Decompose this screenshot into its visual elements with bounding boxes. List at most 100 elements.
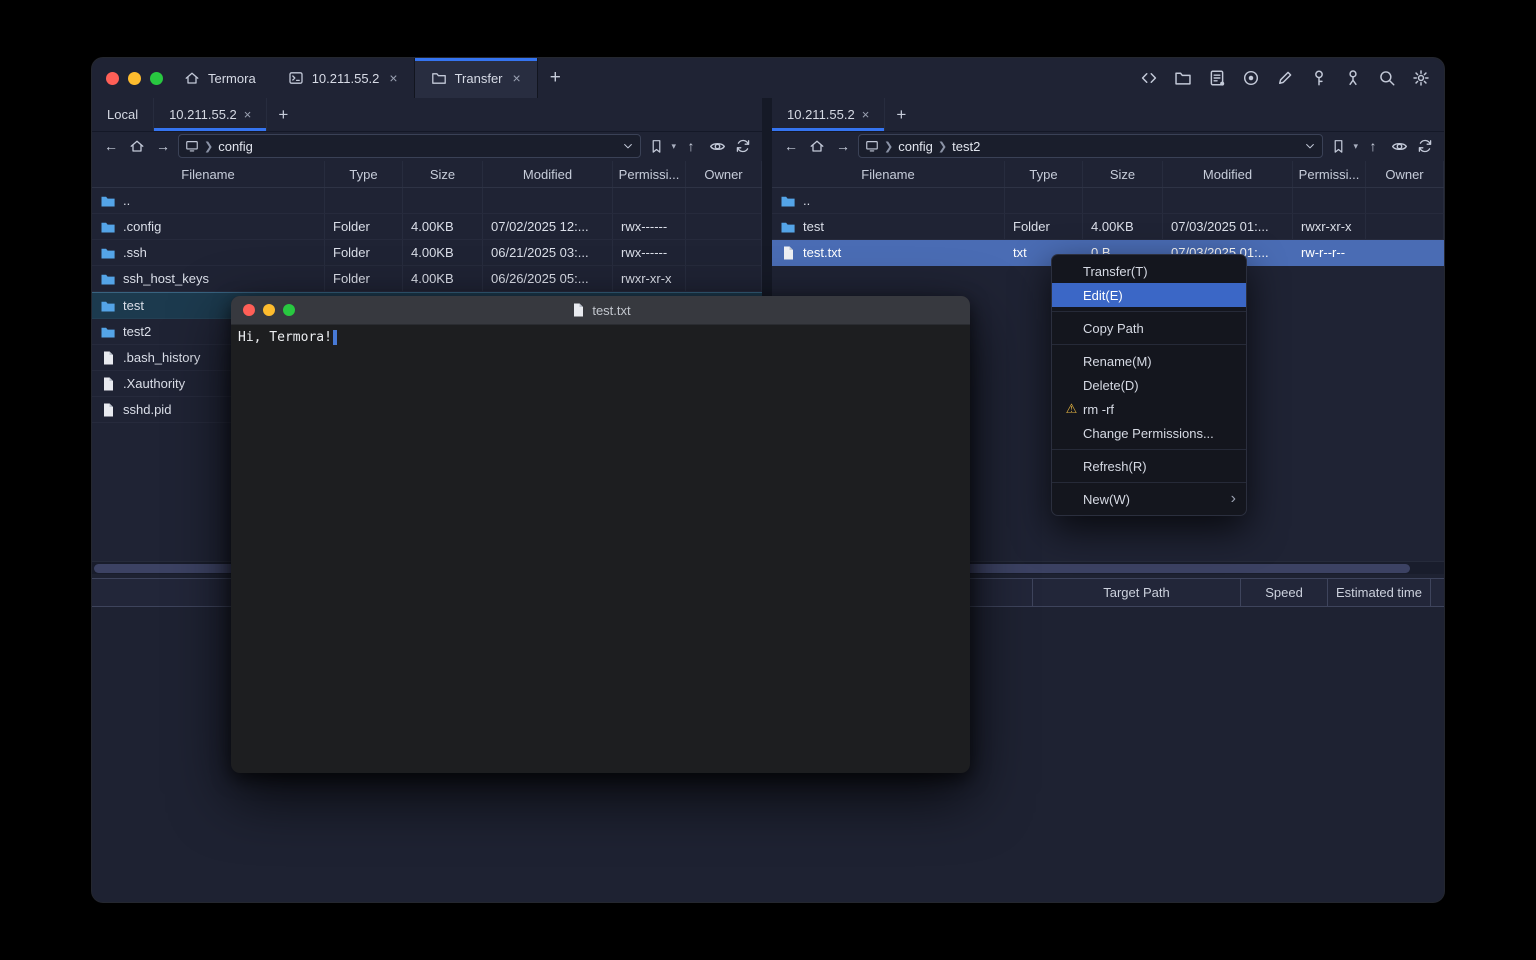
code-icon[interactable] bbox=[1137, 67, 1160, 90]
subtab-host[interactable]: 10.211.55.2 × bbox=[154, 98, 267, 131]
folder-icon bbox=[100, 245, 116, 261]
menu-item-rm-rf[interactable]: ⚠rm -rf bbox=[1052, 397, 1246, 421]
up-directory-icon[interactable]: ↑ bbox=[1362, 138, 1384, 154]
computer-icon bbox=[865, 139, 879, 153]
bookmark-icon[interactable] bbox=[1327, 139, 1349, 154]
back-arrow-icon[interactable]: ← bbox=[100, 138, 122, 154]
record-icon[interactable] bbox=[1239, 67, 1262, 90]
menu-item-change-permissions[interactable]: Change Permissions... bbox=[1052, 421, 1246, 445]
show-hidden-eye-icon[interactable] bbox=[706, 138, 728, 155]
editor-title: test.txt bbox=[592, 303, 630, 318]
terminal-icon bbox=[288, 70, 304, 86]
home-icon[interactable] bbox=[806, 138, 828, 154]
editor-minimize-button[interactable] bbox=[263, 304, 275, 316]
path-segment[interactable]: test2 bbox=[952, 139, 980, 154]
refresh-icon[interactable] bbox=[1414, 138, 1436, 154]
keychain-icon[interactable] bbox=[1341, 67, 1364, 90]
path-segment[interactable]: config bbox=[898, 139, 933, 154]
bookmark-dropdown-caret[interactable]: ▾ bbox=[671, 141, 676, 152]
path-separator: ❯ bbox=[884, 140, 893, 153]
folder-icon bbox=[431, 70, 447, 86]
subtab-host[interactable]: 10.211.55.2 × bbox=[772, 98, 885, 131]
bookmark-icon[interactable] bbox=[645, 139, 667, 154]
editor-zoom-button[interactable] bbox=[283, 304, 295, 316]
header-size[interactable]: Size bbox=[1083, 161, 1163, 187]
subtab-local[interactable]: Local bbox=[92, 98, 154, 131]
chevron-down-icon[interactable] bbox=[622, 140, 634, 152]
menu-item-refresh[interactable]: Refresh(R) bbox=[1052, 454, 1246, 478]
desktop: Termora 10.211.55.2 × Transfer × + bbox=[0, 0, 1536, 960]
refresh-icon[interactable] bbox=[732, 138, 754, 154]
editor-close-button[interactable] bbox=[243, 304, 255, 316]
close-button[interactable] bbox=[106, 72, 119, 85]
path-field[interactable]: ❯ config bbox=[178, 134, 641, 158]
header-size[interactable]: Size bbox=[403, 161, 483, 187]
left-subtabs: Local 10.211.55.2 × + bbox=[92, 98, 762, 132]
key-icon[interactable] bbox=[1307, 67, 1330, 90]
tab-transfer[interactable]: Transfer × bbox=[414, 58, 538, 98]
close-tab-icon[interactable]: × bbox=[513, 70, 521, 86]
minimize-button[interactable] bbox=[128, 72, 141, 85]
table-row[interactable]: .. bbox=[92, 188, 762, 214]
table-row[interactable]: .ssh Folder4.00KB06/21/2025 03:...rwx---… bbox=[92, 240, 762, 266]
menu-item-transfer[interactable]: Transfer(T) bbox=[1052, 259, 1246, 283]
menu-item-delete[interactable]: Delete(D) bbox=[1052, 373, 1246, 397]
header-type[interactable]: Type bbox=[1005, 161, 1083, 187]
table-header: Filename Type Size Modified Permissi... … bbox=[92, 161, 762, 188]
new-subtab-button[interactable]: + bbox=[885, 98, 917, 131]
new-subtab-button[interactable]: + bbox=[267, 98, 299, 131]
search-icon[interactable] bbox=[1375, 67, 1398, 90]
settings-gear-icon[interactable] bbox=[1409, 67, 1432, 90]
tab-host-terminal[interactable]: 10.211.55.2 × bbox=[272, 58, 414, 98]
transfer-header-estimated-time[interactable]: Estimated time bbox=[1327, 579, 1430, 606]
header-modified[interactable]: Modified bbox=[1163, 161, 1293, 187]
path-field[interactable]: ❯ config ❯ test2 bbox=[858, 134, 1323, 158]
editor-content[interactable]: Hi, Termora! bbox=[231, 325, 970, 350]
folder-icon bbox=[100, 271, 116, 287]
menu-separator bbox=[1052, 482, 1246, 483]
chevron-down-icon[interactable] bbox=[1304, 140, 1316, 152]
menu-item-edit[interactable]: Edit(E) bbox=[1052, 283, 1246, 307]
transfer-header-target-path[interactable]: Target Path bbox=[1032, 579, 1240, 606]
file-icon bbox=[100, 350, 116, 366]
header-modified[interactable]: Modified bbox=[483, 161, 613, 187]
close-tab-icon[interactable]: × bbox=[389, 70, 397, 86]
tab-termora-home[interactable]: Termora bbox=[168, 58, 272, 98]
close-subtab-icon[interactable]: × bbox=[244, 107, 252, 122]
forward-arrow-icon[interactable]: → bbox=[832, 138, 854, 154]
up-directory-icon[interactable]: ↑ bbox=[680, 138, 702, 154]
toolbar bbox=[1137, 58, 1432, 98]
transfer-header-speed[interactable]: Speed bbox=[1240, 579, 1327, 606]
folder-icon bbox=[100, 298, 116, 314]
menu-item-rename[interactable]: Rename(M) bbox=[1052, 349, 1246, 373]
table-row[interactable]: ssh_host_keys Folder4.00KB06/26/2025 05:… bbox=[92, 266, 762, 292]
header-owner[interactable]: Owner bbox=[686, 161, 762, 187]
header-type[interactable]: Type bbox=[325, 161, 403, 187]
forward-arrow-icon[interactable]: → bbox=[152, 138, 174, 154]
path-segment[interactable]: config bbox=[218, 139, 253, 154]
subtab-label: Local bbox=[107, 107, 138, 122]
menu-item-new[interactable]: New(W)› bbox=[1052, 487, 1246, 511]
menu-item-copy-path[interactable]: Copy Path bbox=[1052, 316, 1246, 340]
zoom-button[interactable] bbox=[150, 72, 163, 85]
menu-separator bbox=[1052, 449, 1246, 450]
header-permissions[interactable]: Permissi... bbox=[613, 161, 686, 187]
bookmark-dropdown-caret[interactable]: ▾ bbox=[1353, 141, 1358, 152]
log-icon[interactable] bbox=[1205, 67, 1228, 90]
table-row[interactable]: .. bbox=[772, 188, 1444, 214]
header-filename[interactable]: Filename bbox=[92, 161, 325, 187]
folder-icon[interactable] bbox=[1171, 67, 1194, 90]
close-subtab-icon[interactable]: × bbox=[862, 107, 870, 122]
header-filename[interactable]: Filename bbox=[772, 161, 1005, 187]
header-owner[interactable]: Owner bbox=[1366, 161, 1444, 187]
header-permissions[interactable]: Permissi... bbox=[1293, 161, 1366, 187]
back-arrow-icon[interactable]: ← bbox=[780, 138, 802, 154]
folder-icon bbox=[100, 219, 116, 235]
new-tab-button[interactable]: + bbox=[538, 58, 573, 98]
edit-icon[interactable] bbox=[1273, 67, 1296, 90]
tab-label: 10.211.55.2 bbox=[312, 71, 380, 86]
home-icon[interactable] bbox=[126, 138, 148, 154]
show-hidden-eye-icon[interactable] bbox=[1388, 138, 1410, 155]
table-row[interactable]: test Folder4.00KB07/03/2025 01:...rwxr-x… bbox=[772, 214, 1444, 240]
table-row[interactable]: .config Folder4.00KB07/02/2025 12:...rwx… bbox=[92, 214, 762, 240]
